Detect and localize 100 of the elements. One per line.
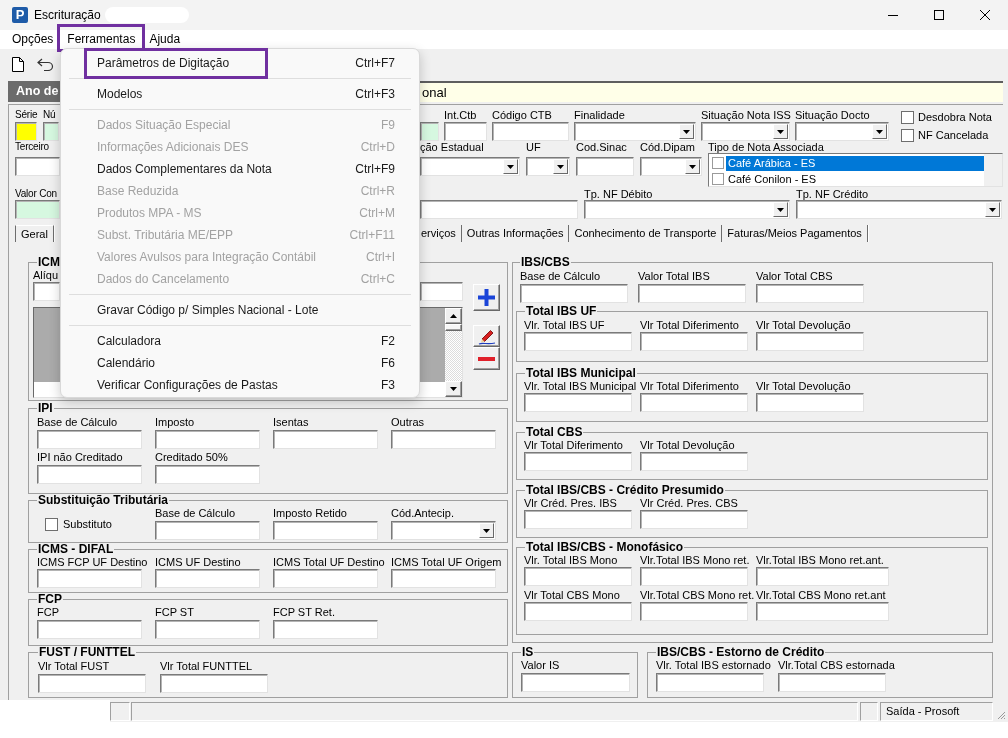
- text-field[interactable]: [640, 393, 748, 412]
- scrollbar-thumb[interactable]: [445, 324, 462, 331]
- text-field[interactable]: [273, 620, 378, 639]
- text-field[interactable]: [756, 393, 864, 412]
- text-field[interactable]: [524, 567, 632, 586]
- text-field[interactable]: [391, 569, 496, 588]
- text-field[interactable]: [37, 620, 142, 639]
- tab[interactable]: Outras Informações: [461, 225, 570, 242]
- text-field[interactable]: [273, 569, 378, 588]
- text-field[interactable]: [520, 284, 628, 303]
- text-field[interactable]: [521, 673, 630, 692]
- text-field[interactable]: [524, 602, 632, 621]
- combo-box[interactable]: [584, 200, 790, 219]
- text-field[interactable]: [576, 157, 634, 176]
- list-item[interactable]: Café Arábica - ES: [726, 155, 984, 171]
- text-field[interactable]: [756, 332, 864, 351]
- text-field[interactable]: [640, 332, 748, 351]
- combo-box[interactable]: [701, 122, 790, 141]
- text-field[interactable]: [43, 122, 59, 141]
- menu-bar-item[interactable]: Opções: [5, 30, 61, 49]
- text-field[interactable]: [640, 567, 748, 586]
- text-field[interactable]: [155, 521, 260, 540]
- scroll-up-button[interactable]: [445, 308, 462, 324]
- text-field[interactable]: [640, 452, 748, 471]
- checkbox[interactable]: [901, 129, 914, 142]
- scroll-down-button[interactable]: [445, 381, 462, 397]
- checkbox[interactable]: [712, 173, 724, 185]
- combo-box[interactable]: [796, 200, 1002, 219]
- checkbox[interactable]: [712, 157, 724, 169]
- checkbox[interactable]: [45, 518, 58, 531]
- checkbox[interactable]: [901, 111, 914, 124]
- menu-bar-item[interactable]: Ajuda: [142, 30, 188, 49]
- edit-button[interactable]: [473, 325, 500, 347]
- text-field[interactable]: [524, 332, 632, 351]
- dropdown-button[interactable]: [773, 202, 788, 217]
- text-field[interactable]: [640, 510, 748, 529]
- remove-button[interactable]: [473, 347, 500, 370]
- dropdown-button[interactable]: [679, 124, 694, 139]
- menu-item[interactable]: Verificar Configurações de Pastas F3: [61, 374, 419, 396]
- combo-box[interactable]: [795, 122, 889, 141]
- text-field[interactable]: [33, 282, 60, 301]
- text-field[interactable]: [15, 122, 37, 141]
- text-field[interactable]: [524, 393, 632, 412]
- text-field[interactable]: [420, 282, 463, 301]
- dropdown-button[interactable]: [872, 124, 887, 139]
- resize-grip-icon[interactable]: [997, 711, 1006, 720]
- tab[interactable]: erviços: [420, 225, 462, 242]
- undo-icon[interactable]: [37, 57, 54, 71]
- text-field[interactable]: [37, 465, 142, 484]
- text-field[interactable]: [15, 157, 60, 176]
- text-field[interactable]: [37, 430, 142, 449]
- text-field[interactable]: [640, 602, 748, 621]
- combo-box[interactable]: [420, 157, 520, 176]
- tab[interactable]: Conhecimento de Transporte: [569, 225, 723, 242]
- menu-item[interactable]: Modelos Ctrl+F3: [61, 83, 419, 105]
- text-field[interactable]: [756, 284, 864, 303]
- new-document-icon[interactable]: [12, 56, 24, 72]
- menu-item[interactable]: Dados Complementares da Nota Ctrl+F9: [61, 158, 419, 180]
- text-field[interactable]: [656, 673, 764, 692]
- add-button[interactable]: [473, 284, 500, 311]
- checkbox-label[interactable]: Substituto: [63, 518, 112, 531]
- text-field[interactable]: [155, 620, 260, 639]
- text-field[interactable]: [155, 569, 260, 588]
- text-field[interactable]: [492, 122, 569, 141]
- text-field[interactable]: [155, 430, 260, 449]
- combo-box[interactable]: [640, 157, 702, 176]
- dropdown-button[interactable]: [503, 159, 518, 174]
- dropdown-button[interactable]: [553, 159, 568, 174]
- text-field[interactable]: [37, 569, 142, 588]
- text-field[interactable]: [524, 510, 632, 529]
- text-field[interactable]: [155, 465, 260, 484]
- text-field[interactable]: [756, 567, 889, 586]
- list-item[interactable]: Café Conilon - ES: [726, 171, 984, 187]
- checkbox-label[interactable]: NF Cancelada: [918, 129, 989, 142]
- text-field[interactable]: [444, 122, 487, 141]
- combo-box[interactable]: [391, 521, 496, 540]
- checkbox-label[interactable]: Desdobra Nota: [918, 111, 992, 124]
- text-field[interactable]: [778, 673, 886, 692]
- dropdown-button[interactable]: [685, 159, 700, 174]
- text-field[interactable]: [756, 602, 889, 621]
- text-field[interactable]: [391, 430, 496, 449]
- text-field[interactable]: [38, 674, 146, 693]
- dropdown-button[interactable]: [985, 202, 1000, 217]
- text-field[interactable]: [524, 452, 632, 471]
- dropdown-button[interactable]: [773, 124, 788, 139]
- menu-item[interactable]: Calendário F6: [61, 352, 419, 374]
- text-field[interactable]: [15, 200, 60, 219]
- menu-item[interactable]: Gravar Código p/ Simples Nacional - Lote: [61, 299, 419, 321]
- combo-box[interactable]: [574, 122, 696, 141]
- tab[interactable]: Geral: [15, 225, 54, 242]
- text-field[interactable]: [420, 122, 439, 141]
- menu-item[interactable]: Calculadora F2: [61, 330, 419, 352]
- text-field[interactable]: [160, 674, 268, 693]
- tab[interactable]: Faturas/Meios Pagamentos: [722, 225, 868, 242]
- text-field[interactable]: [273, 430, 378, 449]
- text-field[interactable]: [638, 284, 746, 303]
- combo-box[interactable]: [526, 157, 570, 176]
- text-field[interactable]: [273, 521, 378, 540]
- dropdown-button[interactable]: [479, 523, 494, 538]
- text-field[interactable]: [420, 200, 578, 219]
